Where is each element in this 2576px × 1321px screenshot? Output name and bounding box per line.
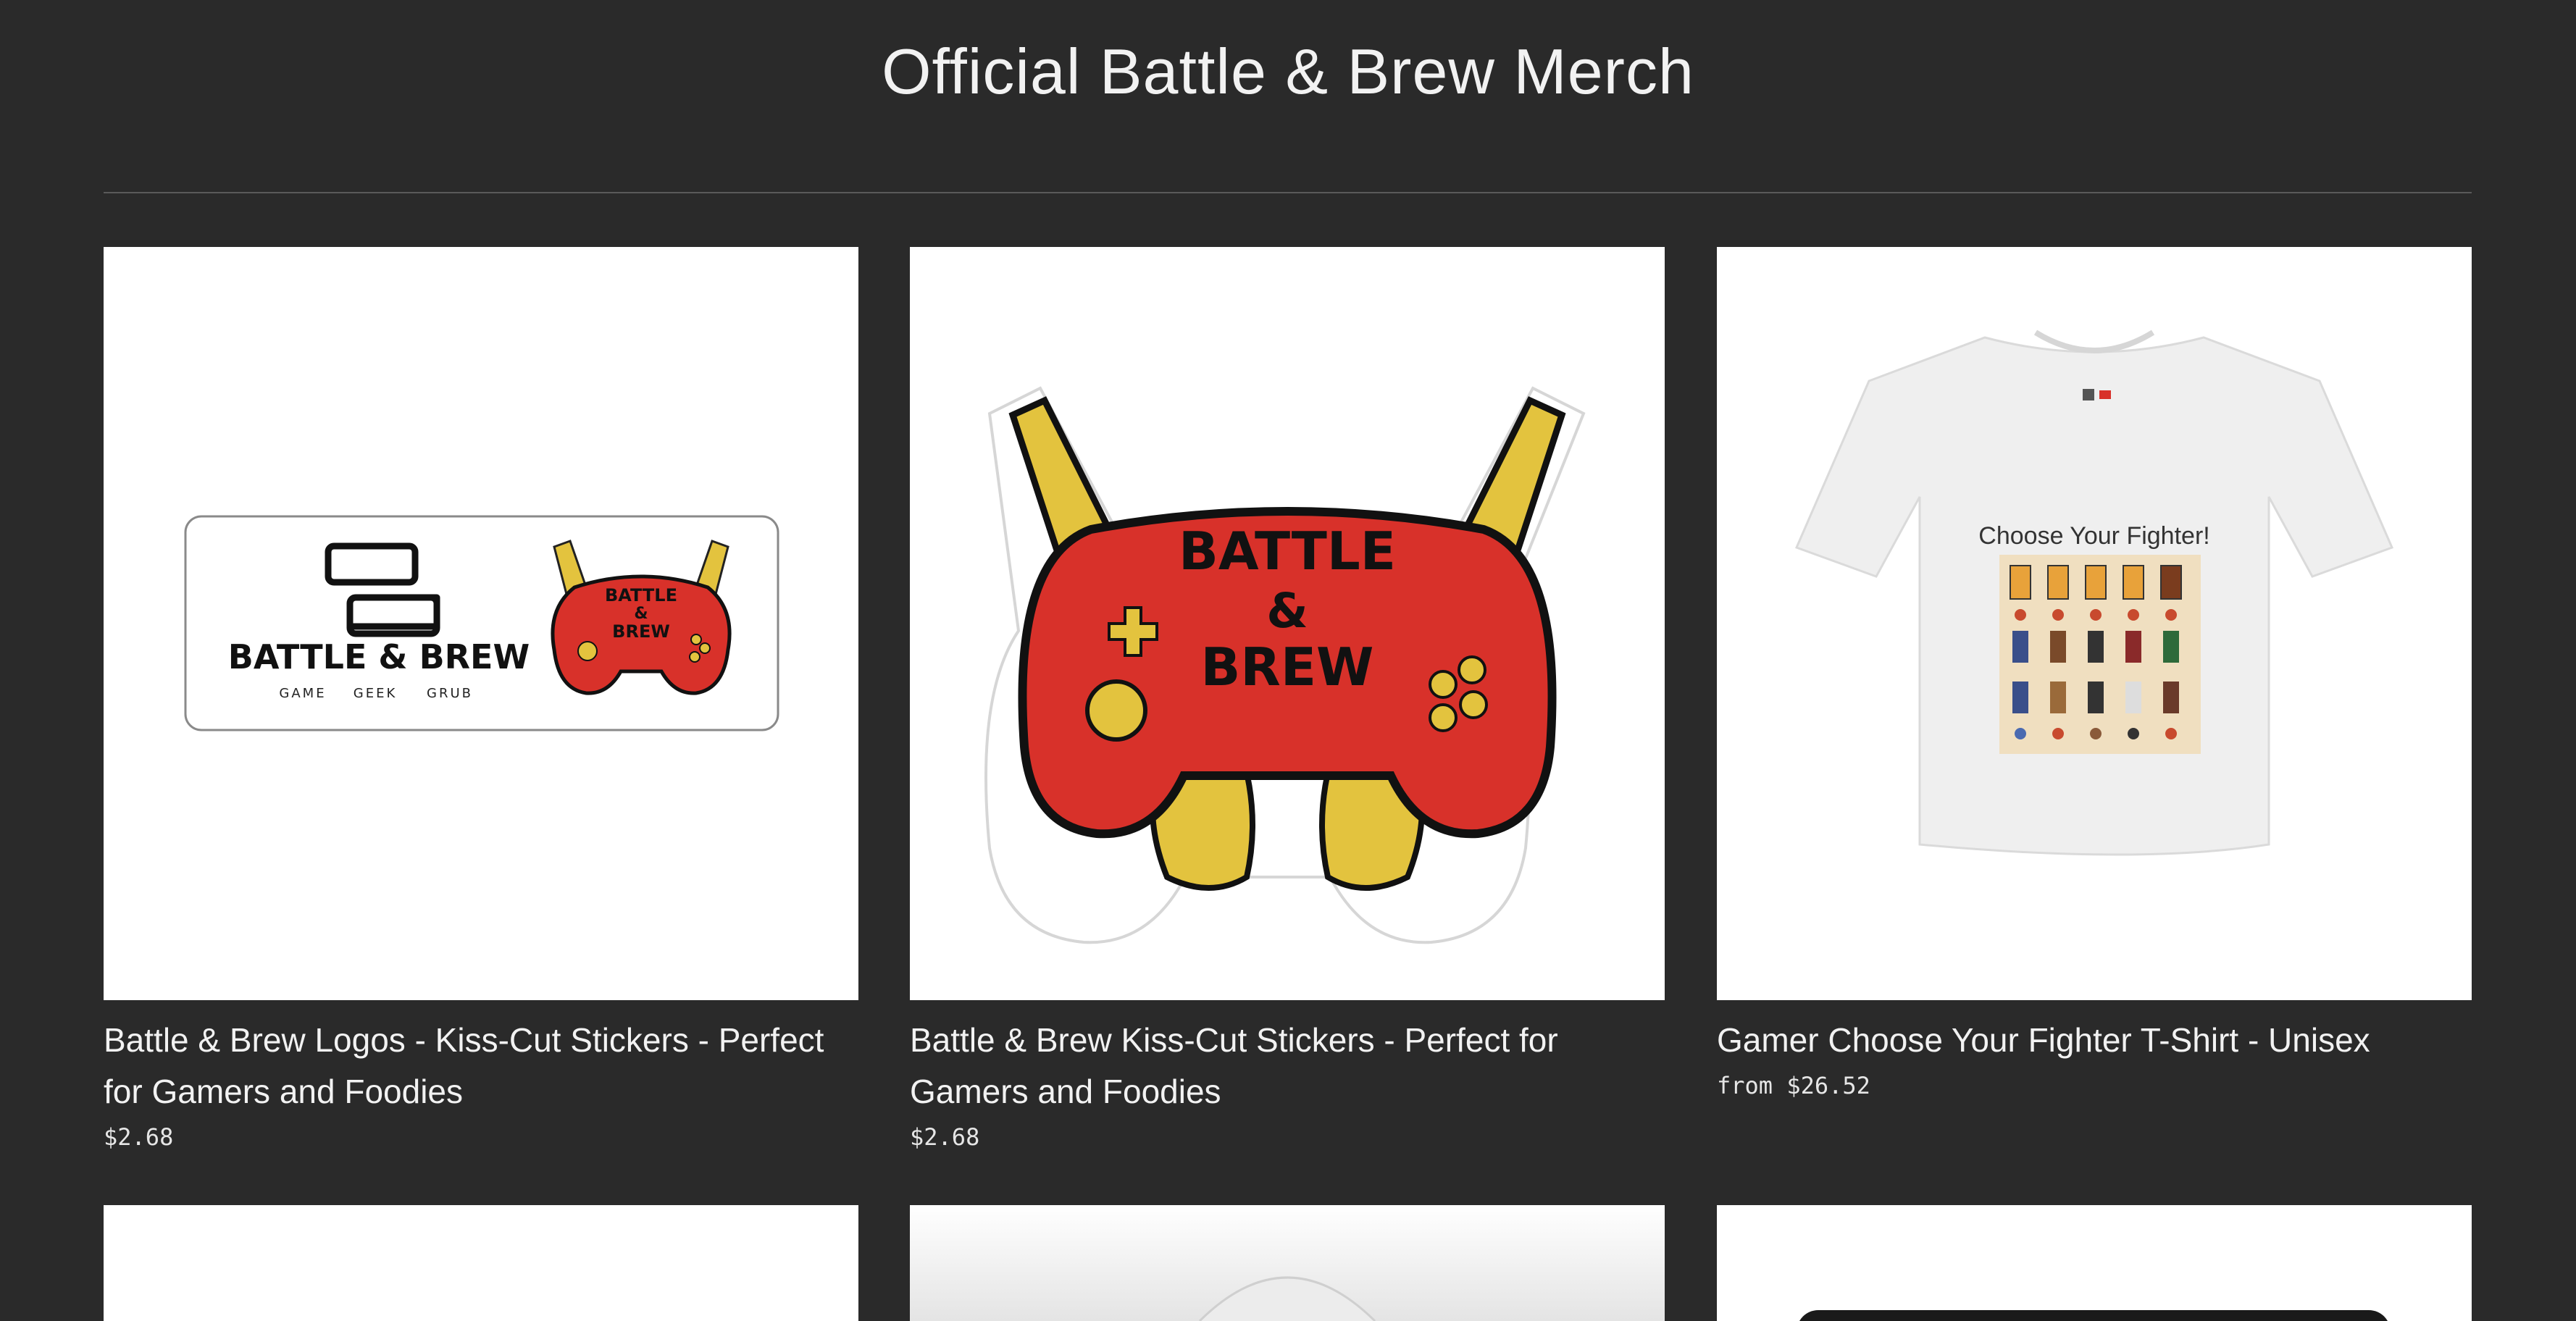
product-image[interactable] — [1717, 1205, 2472, 1321]
product-image[interactable]: Choose Your Fighter! — [1717, 247, 2472, 1000]
product-price: $2.68 — [104, 1123, 174, 1151]
product-image[interactable]: BATTLE & BREW GAME GEEK GRUB BATTLE & BR… — [104, 247, 858, 1000]
logo-brand-text: BATTLE & BREW — [228, 637, 530, 676]
partial-product-image — [1799, 1310, 2388, 1321]
product-price: from $26.52 — [1717, 1072, 1870, 1099]
fighter-grid-icon — [1999, 555, 2201, 754]
product-image[interactable] — [104, 1205, 858, 1321]
partial-product-image — [910, 1205, 1665, 1321]
product-card[interactable]: Choose Your Fighter! Gamer Choose Your F… — [1717, 247, 2472, 1104]
product-card[interactable] — [104, 1205, 858, 1321]
tagline-grub: GRUB — [427, 686, 473, 701]
product-image[interactable]: BATTLE & BREW — [910, 247, 1665, 1000]
tshirt-print-text: Choose Your Fighter! — [1978, 522, 2209, 550]
product-card[interactable]: BATTLE & BREW GAME GEEK GRUB BATTLE & BR… — [104, 247, 858, 1155]
tshirt-image: Choose Your Fighter! — [1794, 330, 2394, 856]
product-price: $2.68 — [910, 1123, 980, 1151]
battle-brew-logos-sticker-image: BATTLE & BREW GAME GEEK GRUB BATTLE & BR… — [184, 515, 779, 731]
page-title: Official Battle & Brew Merch — [882, 35, 1694, 107]
controller-line-1: BATTLE — [1179, 521, 1396, 582]
controller-sticker-icon: BATTLE & BREW — [984, 386, 1586, 944]
svg-text:BREW: BREW — [612, 621, 670, 642]
product-name[interactable]: Battle & Brew Logos - Kiss-Cut Stickers … — [104, 1015, 858, 1117]
product-name[interactable]: Gamer Choose Your Fighter T-Shirt - Unis… — [1717, 1015, 2472, 1066]
controller-line-2: & — [1266, 583, 1308, 639]
tagline-game: GAME — [279, 686, 326, 701]
product-name[interactable]: Battle & Brew Kiss-Cut Stickers - Perfec… — [910, 1015, 1665, 1117]
tagline-geek: GEEK — [354, 686, 398, 701]
product-card[interactable] — [1717, 1205, 2472, 1321]
product-card[interactable] — [910, 1205, 1665, 1321]
product-card[interactable]: BATTLE & BREW Battle & Brew Kiss-Cut Sti… — [910, 247, 1665, 1155]
controller-line-3: BREW — [1201, 637, 1374, 697]
product-image[interactable] — [910, 1205, 1665, 1321]
svg-text:&: & — [634, 605, 648, 623]
svg-text:BATTLE: BATTLE — [605, 585, 677, 605]
title-divider — [104, 192, 2472, 193]
battle-brew-controller-sticker-image: BATTLE & BREW — [984, 386, 1586, 944]
